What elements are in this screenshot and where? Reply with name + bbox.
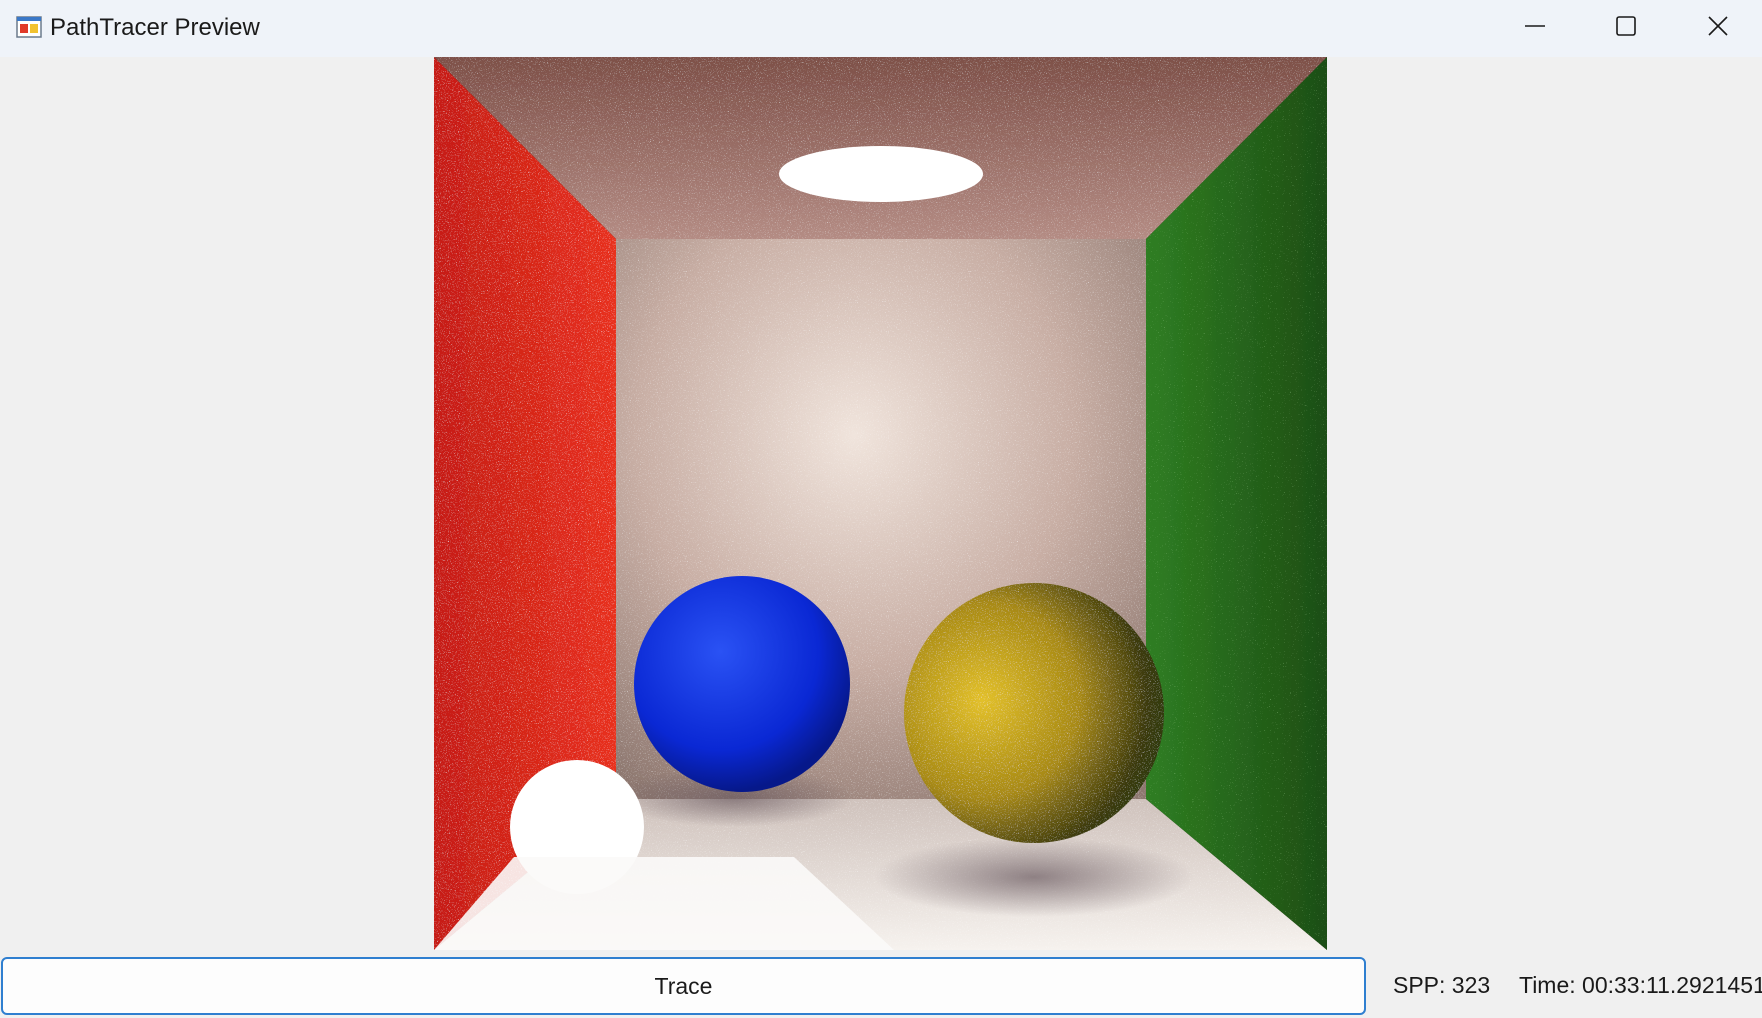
minimize-icon	[1525, 25, 1545, 27]
window-title: PathTracer Preview	[50, 14, 260, 41]
cornell-box-render	[434, 57, 1327, 950]
title-bar[interactable]: PathTracer Preview	[0, 0, 1762, 57]
maximize-button[interactable]	[1580, 0, 1672, 52]
maximize-icon	[1616, 16, 1636, 36]
spp-status: SPP: 323	[1393, 972, 1491, 998]
minimize-button[interactable]	[1489, 0, 1581, 52]
close-icon	[1708, 16, 1728, 36]
render-preview	[434, 57, 1327, 950]
time-status: Time: 00:33:11.2921451	[1519, 972, 1762, 998]
close-button[interactable]	[1672, 0, 1762, 52]
app-window: PathTracer Preview Trace SPP: 323 Time: …	[0, 0, 1762, 1018]
trace-button[interactable]: Trace	[1, 957, 1366, 1015]
app-window-icon	[16, 16, 42, 38]
